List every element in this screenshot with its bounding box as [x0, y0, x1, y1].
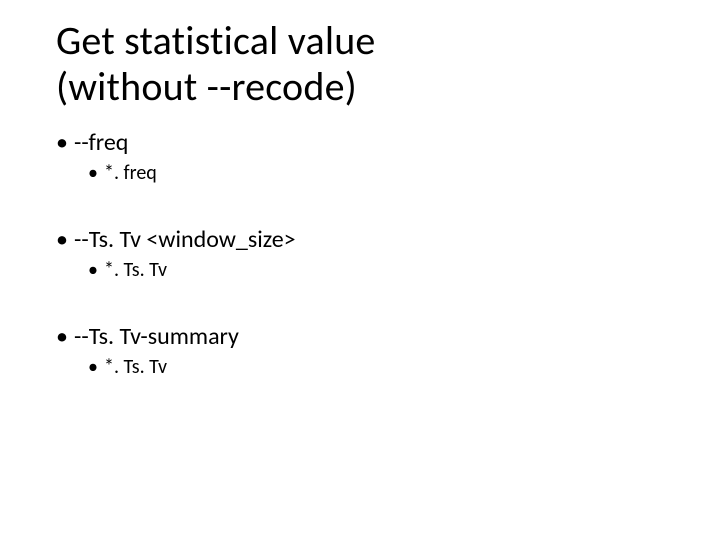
sub-list: *. Ts. Tv	[74, 355, 680, 379]
sub-list: *. freq	[74, 161, 680, 185]
title-line-2: (without --recode)	[56, 62, 357, 111]
bullet-sub: *. freq	[104, 161, 157, 185]
list-item: --Ts. Tv <window_size> *. Ts. Tv	[56, 225, 680, 282]
sub-list: *. Ts. Tv	[74, 258, 680, 282]
list-item: *. Ts. Tv	[88, 355, 680, 379]
page-title: Get statistical value (without --recode)	[56, 18, 680, 110]
bullet-list: --freq *. freq	[56, 128, 680, 185]
list-item: *. freq	[88, 161, 680, 185]
bullet-main: --Ts. Tv-summary	[74, 322, 239, 351]
title-line-1: Get statistical value	[56, 16, 376, 65]
bullet-list: --Ts. Tv-summary *. Ts. Tv	[56, 322, 680, 379]
bullet-sub: *. Ts. Tv	[104, 355, 167, 379]
spacer	[56, 288, 680, 322]
spacer	[56, 191, 680, 225]
list-item: *. Ts. Tv	[88, 258, 680, 282]
bullet-sub: *. Ts. Tv	[104, 258, 167, 282]
bullet-main: --Ts. Tv <window_size>	[74, 225, 296, 254]
bullet-list: --Ts. Tv <window_size> *. Ts. Tv	[56, 225, 680, 282]
slide: Get statistical value (without --recode)…	[0, 0, 720, 540]
list-item: --freq *. freq	[56, 128, 680, 185]
bullet-main: --freq	[74, 128, 128, 157]
list-item: --Ts. Tv-summary *. Ts. Tv	[56, 322, 680, 379]
